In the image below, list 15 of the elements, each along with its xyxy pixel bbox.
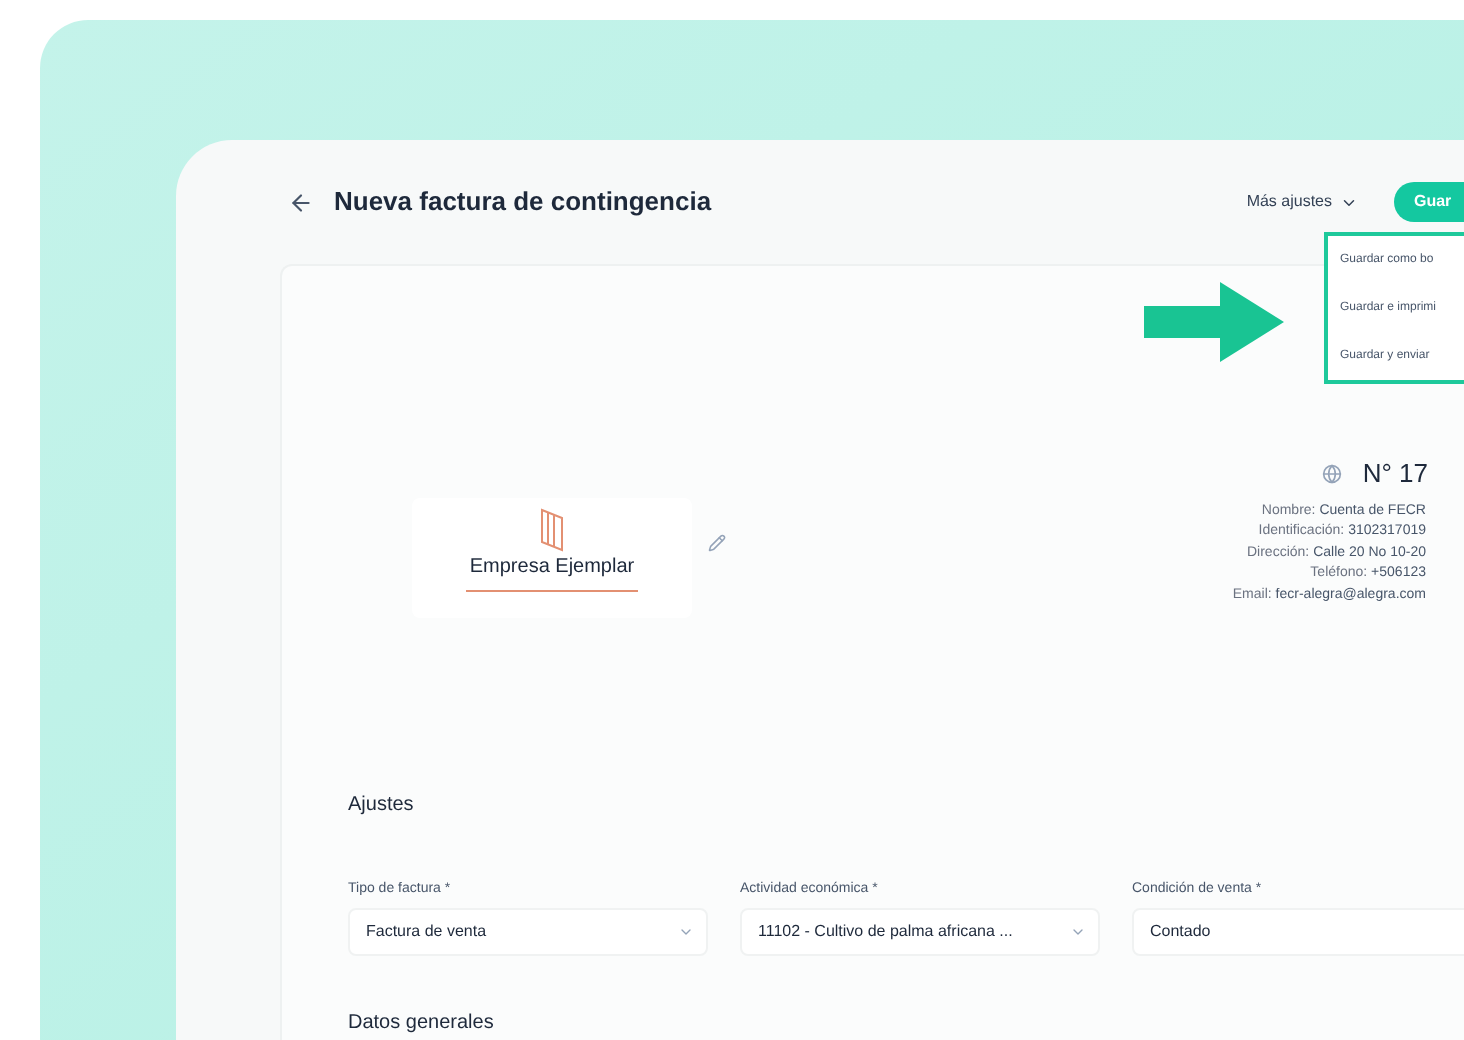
back-icon[interactable] [288,189,314,215]
chevron-icon [678,924,694,940]
section-title: Datos generales [348,1012,496,1036]
select-field[interactable]: Contado [1132,908,1464,956]
logo-mark-icon [540,507,564,551]
company-name: Empresa Ejemplar [465,551,639,591]
more-settings-button[interactable]: Más ajustes [1246,190,1358,214]
invoice-number: N° 17 [1362,456,1428,492]
page-title: Nueva factura de contingencia [334,184,712,221]
select-field[interactable]: 11102 - Cultivo de palma africana ... [740,908,1100,956]
section-title: Ajustes [348,791,416,819]
select-field[interactable]: Factura de venta [348,908,708,956]
globe-icon [1322,463,1343,484]
arrow-icon [1144,282,1284,362]
chevron-icon [1070,924,1086,940]
